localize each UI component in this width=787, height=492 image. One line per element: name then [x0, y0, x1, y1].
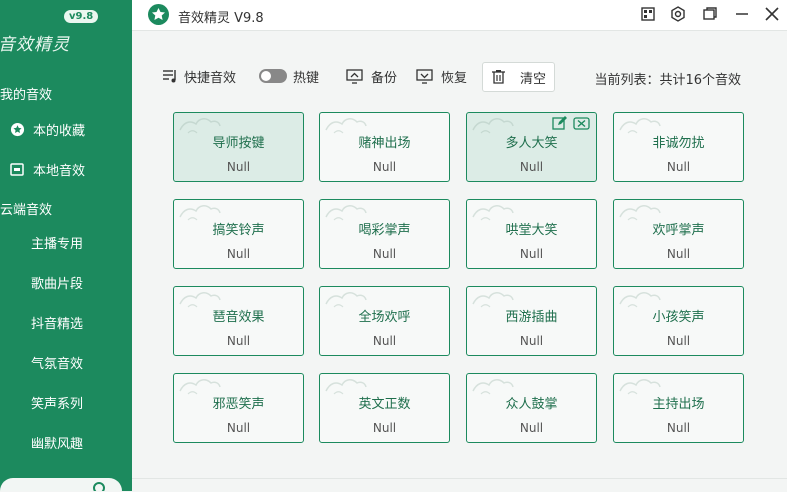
sound-card[interactable]: 众人鼓掌 Null [466, 373, 597, 443]
sound-card[interactable]: 全场欢呼 Null [319, 286, 450, 356]
cloud-sounds-title: 云端音效 [0, 203, 53, 218]
sound-card[interactable]: 多人大笑 Null [466, 112, 597, 182]
hotkey-value: Null [519, 160, 544, 174]
sidebar-item-laughter[interactable]: 笑声系列 [31, 393, 83, 412]
window-title: 音效精灵 V9.8 [178, 11, 264, 26]
sound-card[interactable]: 哄堂大笑 Null [466, 199, 597, 269]
sound-card[interactable]: 西游插曲 Null [466, 286, 597, 356]
restore-window-icon[interactable] [701, 5, 719, 23]
sound-name: 邪恶笑声 [212, 397, 265, 412]
sound-name: 小孩笑声 [652, 310, 705, 325]
sidebar: 音效精灵 v9.8 我的音效 本的收藏 本地音效 云端音效 主播专用 歌曲片段 … [0, 0, 132, 491]
hotkey-value: Null [372, 421, 397, 435]
sidebar-item-anchor[interactable]: 主播专用 [31, 233, 83, 252]
sound-card[interactable]: 赌神出场 Null [319, 112, 450, 182]
hotkey-value: Null [666, 247, 691, 261]
hotkey-value: Null [372, 334, 397, 348]
hotkey-value: Null [519, 334, 544, 348]
quick-sound-button[interactable]: 快捷音效 [162, 60, 236, 92]
hotkey-value: Null [226, 247, 251, 261]
sidebar-item-label: 本地音效 [33, 163, 86, 179]
sidebar-item-favorites[interactable]: 本的收藏 [0, 113, 132, 145]
search-icon [93, 482, 105, 491]
hotkey-value: Null [666, 160, 691, 174]
sound-name: 赌神出场 [358, 136, 411, 151]
sidebar-item-local[interactable]: 本地音效 [0, 153, 132, 185]
hotkey-value: Null [372, 247, 397, 261]
list-count-info: 当前列表：共计16个音效 [594, 73, 741, 88]
sidebar-search[interactable] [0, 478, 122, 491]
sound-name: 喝彩掌声 [358, 223, 411, 238]
hotkey-value: Null [372, 160, 397, 174]
minimize-icon[interactable] [733, 5, 751, 23]
star-icon [9, 121, 25, 137]
sound-card[interactable]: 琶音效果 Null [173, 286, 304, 356]
playlist-icon [163, 70, 176, 83]
restore-label: 恢复 [441, 70, 468, 86]
sound-name: 非诚勿扰 [652, 136, 705, 151]
sound-name: 全场欢呼 [358, 310, 411, 325]
settings-icon[interactable] [669, 5, 687, 23]
logo-text: 音效精灵 [0, 35, 70, 55]
sound-card[interactable]: 英文正数 Null [319, 373, 450, 443]
app-logo: 音效精灵 v9.8 [0, 8, 132, 56]
title-bar: 音效精灵 V9.8 [132, 0, 787, 31]
close-icon[interactable] [763, 5, 781, 23]
sidebar-item-song-clips[interactable]: 歌曲片段 [31, 273, 83, 292]
backup-icon [346, 68, 363, 84]
sound-name: 导师按键 [212, 136, 265, 151]
sound-card[interactable]: 导师按键 Null [173, 112, 304, 182]
folder-icon [9, 161, 25, 177]
restore-button[interactable]: 恢复 [416, 60, 467, 92]
hotkey-toggle[interactable]: 热键 [259, 60, 319, 92]
sound-name: 多人大笑 [505, 136, 558, 151]
remove-icon[interactable] [573, 116, 590, 131]
sound-card[interactable]: 小孩笑声 Null [613, 286, 744, 356]
hotkey-value: Null [226, 421, 251, 435]
edit-icon[interactable] [552, 116, 567, 131]
sidebar-item-douyin[interactable]: 抖音精选 [31, 313, 83, 332]
sound-name: 主持出场 [652, 397, 705, 412]
sound-card[interactable]: 邪恶笑声 Null [173, 373, 304, 443]
clear-button[interactable]: 清空 [482, 62, 556, 92]
backup-label: 备份 [371, 70, 398, 86]
sound-card[interactable]: 主持出场 Null [613, 373, 744, 443]
sound-name: 西游插曲 [505, 310, 558, 325]
app-icon [148, 4, 169, 25]
sidebar-item-humor[interactable]: 幽默风趣 [31, 433, 83, 452]
sound-name: 众人鼓掌 [505, 397, 558, 412]
quick-sound-label: 快捷音效 [184, 70, 237, 86]
clear-label: 清空 [520, 71, 547, 87]
sound-name: 琶音效果 [212, 310, 265, 325]
sound-card[interactable]: 搞笑铃声 Null [173, 199, 304, 269]
sidebar-item-atmosphere[interactable]: 气氛音效 [31, 353, 83, 372]
my-sounds-title: 我的音效 [0, 88, 53, 103]
hotkey-value: Null [226, 160, 251, 174]
sidebar-item-label: 本的收藏 [33, 123, 86, 139]
sound-name: 哄堂大笑 [505, 223, 558, 238]
hotkey-value: Null [666, 334, 691, 348]
hotkey-value: Null [519, 247, 544, 261]
hotkey-value: Null [226, 334, 251, 348]
version-badge: v9.8 [64, 10, 99, 23]
trash-icon [492, 70, 505, 84]
sound-card[interactable]: 非诚勿扰 Null [613, 112, 744, 182]
hotkey-value: Null [519, 421, 544, 435]
hotkey-value: Null [666, 421, 691, 435]
hotkey-label: 热键 [293, 70, 320, 86]
backup-button[interactable]: 备份 [346, 60, 397, 92]
sound-name: 搞笑铃声 [212, 223, 265, 238]
toolbar: 快捷音效 热键 备份 恢复 清空 当前列表：共计16个音效 [132, 60, 787, 92]
sound-card[interactable]: 喝彩掌声 Null [319, 199, 450, 269]
sound-name: 欢呼掌声 [652, 223, 705, 238]
bottom-bar [132, 478, 787, 492]
grid-icon[interactable] [639, 5, 657, 23]
sound-name: 英文正数 [358, 397, 411, 412]
sound-card[interactable]: 欢呼掌声 Null [613, 199, 744, 269]
toggle-switch[interactable] [259, 69, 287, 83]
restore-icon [416, 68, 433, 84]
